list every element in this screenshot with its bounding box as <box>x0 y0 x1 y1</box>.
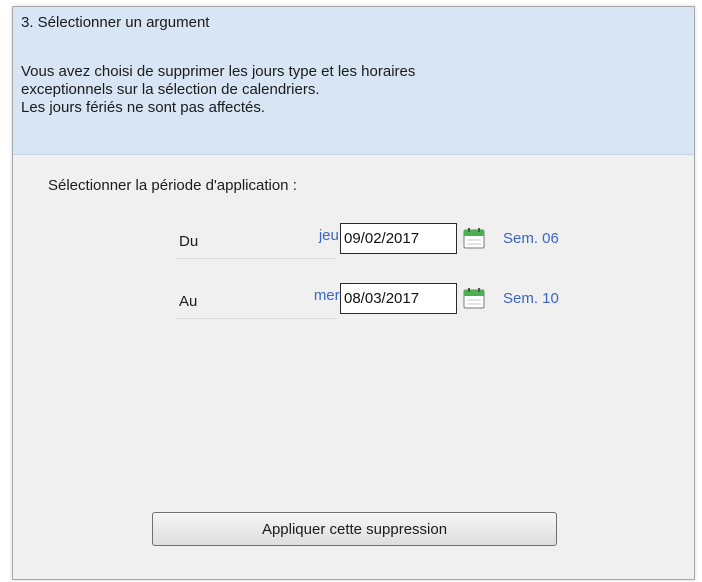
from-week-number: Sem. 06 <box>503 230 559 247</box>
apply-deletion-button[interactable]: Appliquer cette suppression <box>152 512 557 546</box>
to-date-input[interactable] <box>340 283 457 314</box>
step-title: 3. Sélectionner un argument <box>21 14 210 31</box>
to-week-number: Sem. 10 <box>503 290 559 307</box>
from-date-row: Du jeu. Sem. 06 <box>176 213 559 259</box>
to-date-row: Au mer. Sem. 10 <box>176 273 559 319</box>
calendar-icon[interactable] <box>462 286 486 310</box>
wizard-panel: 3. Sélectionner un argument Vous avez ch… <box>12 6 695 580</box>
to-day-name: mer. <box>313 287 343 304</box>
description-line-1: Vous avez choisi de supprimer les jours … <box>21 63 416 80</box>
description-line-2: exceptionnels sur la sélection de calend… <box>21 81 320 98</box>
period-label: Sélectionner la période d'application : <box>48 177 297 194</box>
step-header: 3. Sélectionner un argument Vous avez ch… <box>13 7 694 155</box>
from-label: Du <box>179 233 199 250</box>
row-divider <box>176 318 336 319</box>
description-line-3: Les jours fériés ne sont pas affectés. <box>21 99 266 116</box>
calendar-icon[interactable] <box>462 226 486 250</box>
step-description: Vous avez choisi de supprimer les jours … <box>21 63 415 117</box>
from-date-input[interactable] <box>340 223 457 254</box>
to-label: Au <box>179 293 198 310</box>
row-divider <box>176 258 336 259</box>
